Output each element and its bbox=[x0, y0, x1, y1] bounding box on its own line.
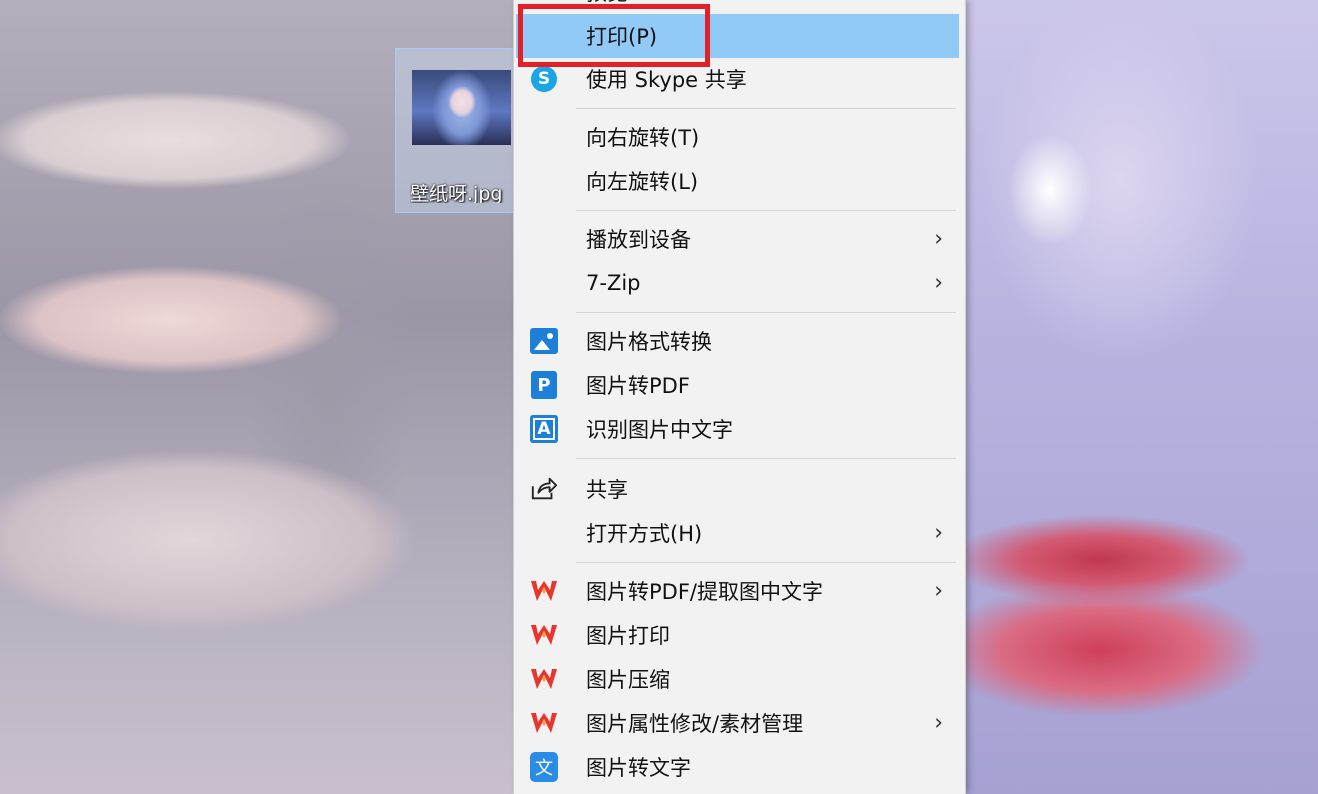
menu-item-wps-pdf-extract-text[interactable]: 图片转PDF/提取图中文字 › bbox=[516, 569, 959, 613]
submenu-chevron-icon: › bbox=[934, 270, 943, 296]
menu-item-rotate-left[interactable]: 向左旋转(L) bbox=[516, 159, 959, 203]
menu-item-label: 7-Zip bbox=[586, 271, 641, 295]
image-to-text-icon: 文 bbox=[530, 752, 558, 782]
menu-item-label: 图片格式转换 bbox=[586, 330, 712, 354]
menu-item-image-to-text[interactable]: 文 图片转文字 bbox=[516, 745, 959, 789]
submenu-chevron-icon: › bbox=[934, 710, 943, 736]
menu-item-label: 使用 Skype 共享 bbox=[586, 68, 747, 92]
menu-item-share[interactable]: 共享 bbox=[516, 467, 959, 511]
menu-item-preview-partial[interactable]: 预览 bbox=[516, 0, 959, 14]
menu-separator bbox=[576, 210, 956, 211]
menu-item-7zip[interactable]: 7-Zip › bbox=[516, 261, 959, 305]
menu-item-label: 图片打印 bbox=[586, 624, 670, 648]
menu-separator bbox=[576, 312, 956, 313]
file-name-label: 壁纸呀.jpg bbox=[410, 183, 503, 203]
wps-icon bbox=[530, 709, 558, 737]
submenu-chevron-icon: › bbox=[934, 226, 943, 252]
image-convert-icon bbox=[530, 327, 558, 355]
menu-item-label: 打开方式(H) bbox=[586, 522, 703, 546]
ocr-icon: A bbox=[530, 415, 558, 443]
menu-item-label: 共享 bbox=[586, 478, 628, 502]
menu-item-label: 播放到设备 bbox=[586, 228, 691, 252]
menu-item-label: 图片转PDF/提取图中文字 bbox=[586, 580, 823, 604]
menu-item-image-to-pdf[interactable]: P 图片转PDF bbox=[516, 363, 959, 407]
menu-item-label: 预览 bbox=[586, 0, 628, 7]
menu-item-label: 打印(P) bbox=[586, 25, 658, 49]
wps-icon bbox=[530, 621, 558, 649]
menu-item-label: 图片属性修改/素材管理 bbox=[586, 712, 804, 736]
menu-item-print[interactable]: 打印(P) bbox=[516, 14, 959, 58]
share-icon bbox=[530, 475, 558, 503]
menu-item-cast-to-device[interactable]: 播放到设备 › bbox=[516, 217, 959, 261]
desktop-file-icon-selected[interactable]: 壁纸呀.jpg bbox=[395, 48, 520, 213]
pdf-p-icon: P bbox=[530, 371, 558, 399]
menu-item-skype-share[interactable]: S 使用 Skype 共享 bbox=[516, 57, 959, 101]
wps-icon bbox=[530, 577, 558, 605]
menu-separator bbox=[576, 562, 956, 563]
menu-separator bbox=[576, 458, 956, 459]
menu-item-rotate-right[interactable]: 向右旋转(T) bbox=[516, 115, 959, 159]
menu-item-label: 图片压缩 bbox=[586, 668, 670, 692]
wps-icon bbox=[530, 665, 558, 693]
menu-item-label: 图片转文字 bbox=[586, 756, 691, 780]
menu-item-label: 向左旋转(L) bbox=[586, 170, 699, 194]
skype-icon: S bbox=[530, 65, 558, 93]
file-thumbnail bbox=[412, 70, 511, 145]
submenu-chevron-icon: › bbox=[934, 578, 943, 604]
menu-item-open-with[interactable]: 打开方式(H) › bbox=[516, 511, 959, 555]
menu-item-image-print[interactable]: 图片打印 bbox=[516, 613, 959, 657]
menu-item-image-properties[interactable]: 图片属性修改/素材管理 › bbox=[516, 701, 959, 745]
menu-item-ocr[interactable]: A 识别图片中文字 bbox=[516, 407, 959, 451]
submenu-chevron-icon: › bbox=[934, 520, 943, 546]
wallpaper-right-region bbox=[960, 0, 1318, 794]
menu-item-label: 向右旋转(T) bbox=[586, 126, 700, 150]
menu-item-label: 图片转PDF bbox=[586, 374, 690, 398]
menu-separator bbox=[576, 108, 956, 109]
context-menu: 预览 打印(P) S 使用 Skype 共享 向右旋转(T) 向左旋转(L) 播… bbox=[513, 0, 966, 794]
menu-item-image-format-convert[interactable]: 图片格式转换 bbox=[516, 319, 959, 363]
menu-item-image-compress[interactable]: 图片压缩 bbox=[516, 657, 959, 701]
menu-item-label: 识别图片中文字 bbox=[586, 418, 733, 442]
